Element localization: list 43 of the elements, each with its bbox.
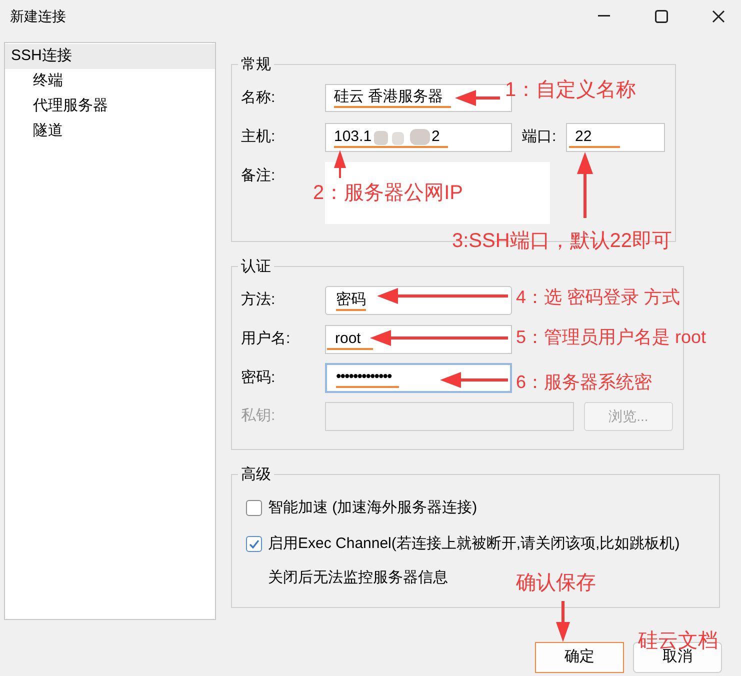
group-title: 常规 — [240, 56, 272, 73]
method-dropdown[interactable]: 密码 — [325, 286, 512, 315]
sidebar-item[interactable]: SSH连接 — [5, 44, 215, 69]
annotation-arrow — [556, 601, 570, 642]
checkbox-label: 启用Exec Channel(若连接上就被断开,请关闭该项,比如跳板机) — [268, 534, 680, 554]
annotation-text: 3:SSH端口，默认22即可 — [452, 229, 672, 254]
blurred-text-drawing — [372, 128, 432, 146]
group-title: 高级 — [240, 466, 272, 483]
field-label: 私钥: — [241, 406, 276, 426]
sidebar-item[interactable]: 终端 — [5, 69, 215, 94]
ok-button[interactable]: 确定 — [535, 642, 624, 673]
hint-text: 关闭后无法监控服务器信息 — [268, 568, 448, 588]
annotation-text: 2：服务器公网IP — [313, 181, 464, 206]
password-field[interactable]: ••••••••••••• — [325, 363, 512, 393]
annotation-text: 4：选 密码登录 方式 — [516, 286, 680, 309]
checkbox[interactable] — [246, 500, 262, 516]
username-field[interactable]: root — [325, 325, 512, 354]
window-title: 新建连接 — [10, 6, 66, 26]
field-label: 方法: — [241, 290, 276, 310]
sidebar-item[interactable]: 代理服务器 — [5, 94, 215, 119]
field-label: 密码: — [241, 368, 276, 388]
field-label: 主机: — [241, 127, 276, 148]
maximize-icon[interactable] — [655, 10, 668, 22]
annotation-arrow — [455, 90, 500, 106]
checkbox-label: 智能加速 (加速海外服务器连接) — [268, 498, 478, 518]
annotation-text: 5：管理员用户名是 root — [516, 326, 706, 349]
note-field[interactable] — [325, 162, 550, 224]
field-label: 用户名: — [241, 329, 292, 350]
field-label: 备注: — [241, 166, 276, 186]
group-title: 认证 — [240, 258, 272, 275]
sidebar-item[interactable]: 隧道 — [5, 119, 215, 144]
annotation-arrow — [577, 152, 593, 218]
field-label: 名称: — [241, 88, 276, 108]
annotation-arrow — [440, 372, 508, 388]
minimize-icon[interactable] — [598, 15, 610, 17]
annotation-text: 6：服务器系统密 — [516, 371, 652, 394]
field-label: 端口: — [522, 127, 558, 148]
close-icon[interactable] — [712, 10, 725, 22]
host-field[interactable]: 103.1 2 — [325, 123, 512, 152]
annotation-text: 确认保存 — [516, 571, 596, 596]
annotation-arrow — [334, 150, 346, 178]
checkbox[interactable] — [246, 536, 262, 552]
port-field[interactable]: 22 — [566, 123, 665, 152]
